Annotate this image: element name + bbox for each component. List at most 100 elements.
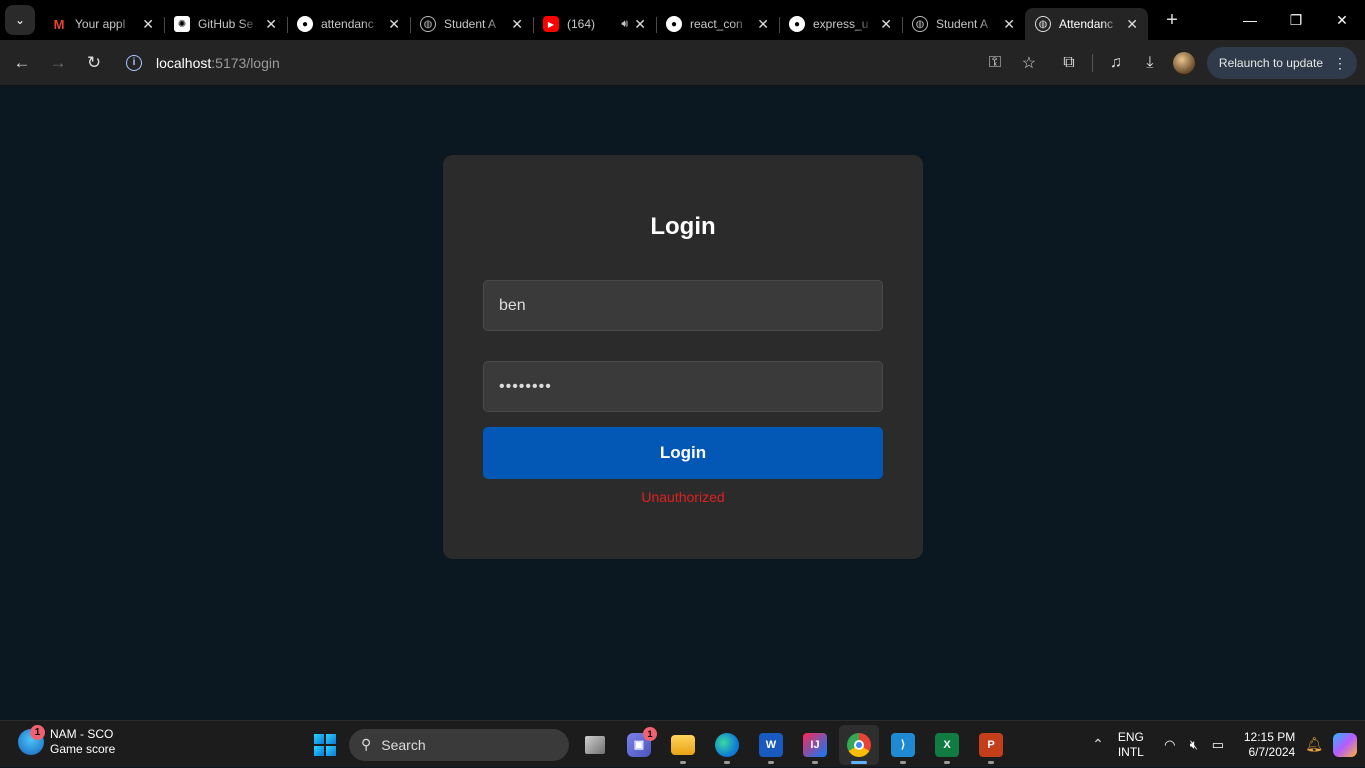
widget-text: NAM - SCO Game score	[50, 727, 115, 757]
windows-taskbar: 1 NAM - SCO Game score ⚲ Search ▣ 1 W IJ…	[0, 720, 1365, 767]
github-icon: ●	[789, 16, 805, 32]
new-tab-button[interactable]: +	[1158, 6, 1186, 34]
tab-github-express[interactable]: ● express_u ✕	[779, 8, 902, 40]
weather-widget[interactable]: 1 NAM - SCO Game score	[18, 725, 115, 757]
taskbar-search[interactable]: ⚲ Search	[349, 728, 569, 761]
address-bar[interactable]: i localhost:5173/login	[126, 46, 1126, 80]
powerpoint-button[interactable]: P	[971, 725, 1011, 765]
tab-student-a-2[interactable]: ◍ Student A ✕	[902, 8, 1025, 40]
bookmark-star-icon[interactable]: ☆	[1012, 46, 1046, 80]
teams-chat-button[interactable]: ▣ 1	[619, 725, 659, 765]
plus-icon: +	[1166, 8, 1178, 31]
widget-title: NAM - SCO	[50, 727, 114, 741]
close-icon[interactable]: ✕	[1126, 16, 1138, 33]
language-indicator[interactable]: ENG INTL	[1118, 730, 1144, 760]
reload-button[interactable]: ↻	[76, 45, 112, 81]
tab-strip: M Your appl ✕ ✺ GitHub Se ✕ ● attendanc …	[41, 0, 1148, 40]
teams-badge: 1	[643, 726, 657, 741]
forward-button[interactable]: →	[40, 45, 76, 81]
back-button[interactable]: ←	[4, 45, 40, 81]
github-icon: ●	[666, 16, 682, 32]
intellij-icon: IJ	[803, 732, 827, 757]
close-window-icon[interactable]: ✕	[1319, 0, 1365, 40]
url-host: localhost	[156, 54, 212, 71]
url-path: :5173/login	[211, 54, 280, 71]
tab-github-react[interactable]: ● react_con ✕	[656, 8, 779, 40]
start-button[interactable]	[307, 727, 343, 763]
word-button[interactable]: W	[751, 725, 791, 765]
notification-bell-icon[interactable]: 🔔︎	[1305, 736, 1323, 753]
gmail-icon: M	[53, 16, 65, 32]
clock-date: 6/7/2024	[1248, 744, 1296, 759]
chatgpt-icon: ✺	[174, 16, 190, 32]
window-controls: — ❐ ✕	[1227, 0, 1365, 40]
arrow-left-icon: ←	[13, 52, 31, 72]
tab-youtube[interactable]: ▶ (164) 🔊︎ ✕	[533, 8, 656, 40]
word-icon: W	[759, 732, 783, 757]
chrome-icon	[847, 732, 871, 757]
speaker-muted-icon[interactable]: 🔇︎	[1182, 737, 1206, 753]
wifi-icon[interactable]: ◠	[1158, 737, 1182, 753]
tab-search-button[interactable]: ⌄	[5, 5, 35, 35]
running-indicator	[724, 760, 730, 764]
edge-button[interactable]	[707, 725, 747, 765]
close-icon[interactable]: ✕	[880, 16, 892, 33]
error-message: Unauthorized	[641, 489, 725, 505]
login-title: Login	[650, 213, 716, 240]
site-info-icon[interactable]: i	[126, 54, 142, 71]
tab-title: express_u	[813, 17, 869, 31]
tab-title: GitHub Se	[198, 17, 254, 31]
restore-icon[interactable]: ❐	[1273, 0, 1319, 40]
close-icon[interactable]: ✕	[757, 16, 769, 33]
excel-icon: X	[935, 732, 959, 757]
media-control-icon[interactable]: ♫	[1099, 46, 1133, 80]
close-icon[interactable]: ✕	[1003, 16, 1015, 33]
close-icon[interactable]: ✕	[634, 16, 646, 33]
tab-gmail[interactable]: M Your appl ✕	[41, 8, 164, 40]
youtube-icon: ▶	[543, 16, 559, 32]
tab-attendance-active[interactable]: ◍ Attendanc ✕	[1025, 8, 1148, 40]
relaunch-button[interactable]: Relaunch to update ⋮	[1206, 47, 1357, 79]
windows-logo-icon	[314, 733, 336, 756]
tab-github-attendance[interactable]: ● attendanc ✕	[287, 8, 410, 40]
download-icon[interactable]: ⤓	[1133, 46, 1167, 80]
battery-icon[interactable]: ▭	[1206, 737, 1230, 753]
username-input[interactable]	[483, 280, 883, 331]
search-label: Search	[381, 736, 426, 753]
chevron-up-icon[interactable]: ⌃	[1092, 736, 1104, 753]
tab-title: react_con	[690, 17, 743, 31]
tab-student-a-1[interactable]: ◍ Student A ✕	[410, 8, 533, 40]
more-vert-icon: ⋮	[1333, 54, 1347, 71]
password-input[interactable]	[483, 361, 883, 412]
file-explorer-button[interactable]	[663, 725, 703, 765]
url-text[interactable]: localhost:5173/login	[156, 55, 280, 71]
close-icon[interactable]: ✕	[511, 16, 523, 33]
profile-avatar[interactable]	[1172, 52, 1195, 74]
intellij-button[interactable]: IJ	[795, 725, 835, 765]
arrow-right-icon: →	[49, 52, 67, 72]
close-icon[interactable]: ✕	[142, 16, 154, 33]
task-view-button[interactable]	[575, 725, 615, 765]
clock[interactable]: 12:15 PM 6/7/2024	[1244, 730, 1295, 760]
widget-badge: 1	[30, 725, 45, 740]
running-indicator	[944, 760, 950, 764]
excel-button[interactable]: X	[927, 725, 967, 765]
tab-chatgpt[interactable]: ✺ GitHub Se ✕	[164, 8, 287, 40]
running-indicator	[988, 760, 994, 764]
speaker-icon[interactable]: 🔊︎	[621, 18, 628, 31]
tab-title: (164)	[567, 17, 596, 31]
sports-widget-icon: 1	[18, 725, 45, 755]
login-card: Login Login Unauthorized	[443, 155, 923, 559]
minimize-icon[interactable]: —	[1227, 0, 1273, 40]
extensions-icon[interactable]: ⧉	[1052, 46, 1086, 80]
login-button[interactable]: Login	[483, 427, 883, 479]
github-icon: ●	[297, 16, 313, 32]
system-tray: ⌃ ENG INTL ◠ 🔇︎ ▭ 12:15 PM 6/7/2024 🔔︎	[1092, 721, 1365, 768]
copilot-icon[interactable]	[1333, 732, 1357, 757]
chrome-button[interactable]	[839, 724, 879, 765]
password-key-icon[interactable]: ⚿	[978, 46, 1012, 80]
widget-subtitle: Game score	[50, 742, 116, 756]
close-icon[interactable]: ✕	[265, 16, 277, 33]
close-icon[interactable]: ✕	[388, 16, 400, 33]
vscode-button[interactable]: ⟩	[883, 725, 923, 765]
